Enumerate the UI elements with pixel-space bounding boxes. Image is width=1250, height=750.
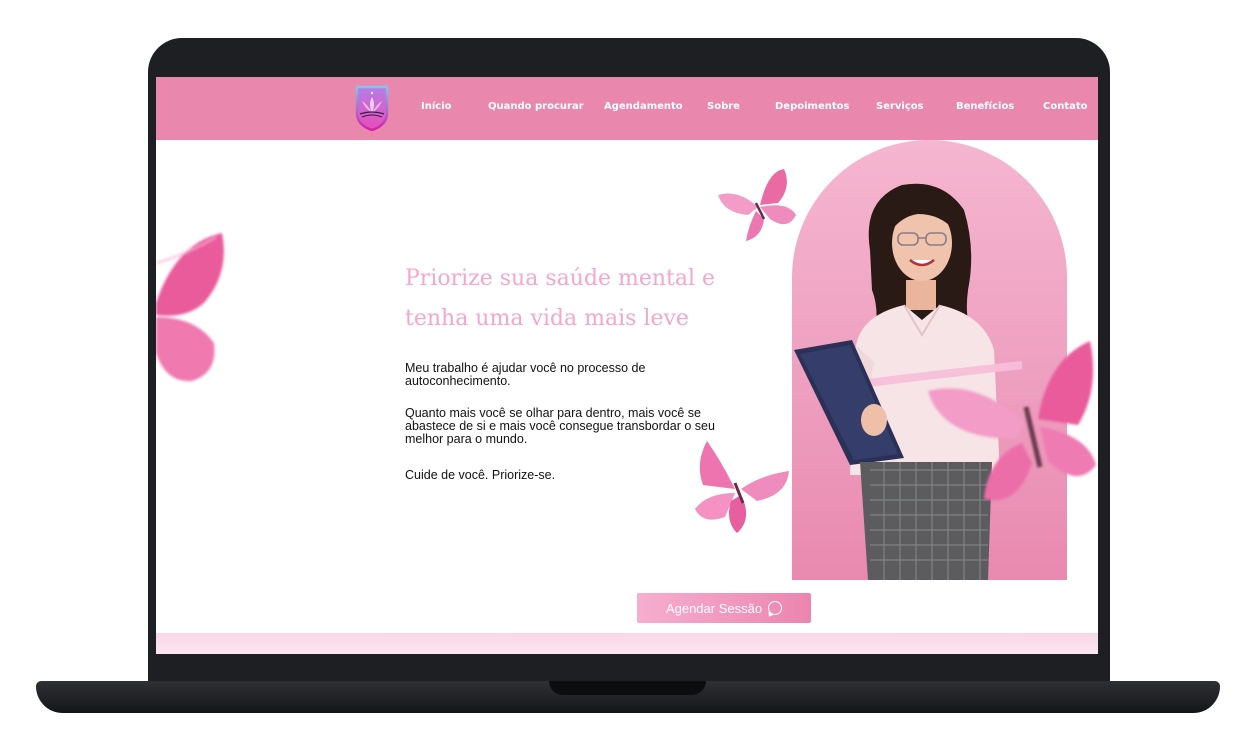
- bottom-strip: [156, 633, 1098, 654]
- hero-title: Priorize sua saúde mental e tenha uma vi…: [405, 266, 716, 331]
- nav-contato[interactable]: Contato: [1043, 101, 1088, 112]
- nav-quando-procurar[interactable]: Quando procurar: [488, 101, 584, 112]
- butterfly-middle-icon: [695, 441, 789, 533]
- nav-inicio[interactable]: Início: [421, 101, 452, 112]
- hero-paragraph-3: Cuide de você. Priorize-se.: [405, 468, 556, 482]
- nav-agendamento[interactable]: Agendamento: [604, 101, 683, 112]
- cta-label: Agendar Sessão: [665, 600, 763, 616]
- nav-sobre[interactable]: Sobre: [707, 101, 740, 112]
- whatsapp-icon: [768, 601, 783, 615]
- nav-depoimentos[interactable]: Depoimentos: [775, 101, 849, 112]
- laptop-screen: Início Quando procurar Agendamento Sobre…: [156, 77, 1098, 654]
- hero-paragraph-1: Meu trabalho é ajudar você no processo d…: [405, 361, 646, 388]
- butterfly-top-icon: [718, 169, 796, 241]
- hero-paragraph-2: Quanto mais você se olhar para dentro, m…: [405, 406, 715, 446]
- schedule-session-button[interactable]: Agendar Sessão: [637, 593, 811, 623]
- laptop-notch: [549, 681, 706, 695]
- navbar: Início Quando procurar Agendamento Sobre…: [156, 77, 1098, 140]
- nav-servicos[interactable]: Serviços: [876, 101, 924, 112]
- butterfly-right-icon: [928, 341, 1096, 501]
- lotus-logo-icon[interactable]: [354, 83, 390, 133]
- butterfly-left-icon: [156, 233, 224, 382]
- nav-beneficios[interactable]: Benefícios: [956, 101, 1014, 112]
